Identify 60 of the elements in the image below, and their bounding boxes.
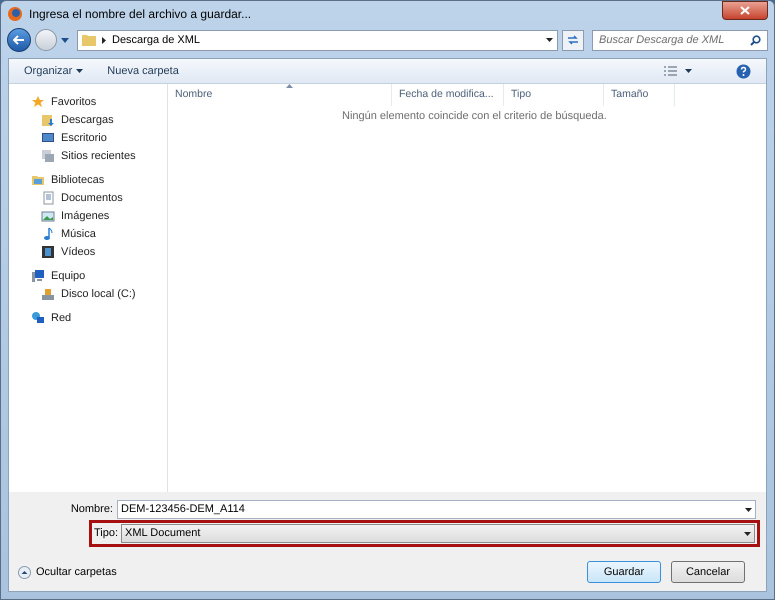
view-options-button[interactable] [664, 66, 692, 76]
sidebar-item[interactable]: Imágenes [61, 208, 110, 224]
image-icon [41, 209, 55, 223]
column-header[interactable]: Tipo [504, 84, 604, 106]
refresh-button[interactable] [562, 30, 584, 50]
window-title: Ingresa el nombre del archivo a guardar... [29, 6, 252, 23]
collapse-up-icon [18, 566, 31, 578]
search-box[interactable]: Buscar Descarga de XML [592, 30, 768, 50]
folder-download-icon [41, 113, 55, 127]
folder-icon [31, 173, 45, 187]
search-icon [750, 34, 761, 46]
details-view-icon [664, 66, 677, 76]
sidebar-item[interactable]: Red [51, 310, 72, 326]
search-field[interactable]: Buscar Descarga de XML [599, 32, 750, 48]
disk-drive-icon [41, 287, 55, 301]
caret-icon[interactable] [546, 38, 553, 42]
sidebar-item[interactable]: Vídeos [61, 244, 96, 260]
empty-message: Ningún elemento coincide con el criterio de búsqueda. [341, 109, 608, 124]
column-header[interactable]: Tamaño [604, 84, 675, 106]
browser-logo-icon [7, 6, 23, 22]
hide-folders-button[interactable]: Ocultar carpetas [18, 564, 117, 580]
cancel-button[interactable]: Cancelar [671, 561, 745, 583]
document-icon [41, 191, 55, 205]
sidebar-item[interactable]: Bibliotecas [51, 172, 104, 188]
sidebar-item[interactable]: Documentos [61, 190, 123, 206]
sidebar-item[interactable]: Sitios recientes [61, 148, 136, 164]
save-button[interactable]: Guardar [587, 561, 661, 583]
close-button[interactable] [722, 0, 768, 20]
chevron-icon [102, 36, 106, 44]
file-type-dropdown[interactable]: XML Document [121, 524, 755, 543]
column-header[interactable]: Fecha de modifica... [392, 84, 504, 106]
music-note-icon [41, 227, 55, 241]
caret-icon [685, 69, 692, 73]
film-icon [41, 245, 55, 259]
close-icon [740, 6, 750, 14]
new-folder-button[interactable]: Nueva carpeta [107, 62, 179, 80]
type-label: Tipo: [92, 526, 119, 542]
address-path: Descarga de XML [112, 32, 202, 48]
star-icon [31, 95, 45, 109]
address-bar[interactable]: Descarga de XML [77, 30, 558, 50]
sidebar-item[interactable]: Favoritos [51, 94, 96, 110]
caret-icon [76, 69, 84, 73]
back-button[interactable] [7, 28, 31, 52]
sidebar-item[interactable]: Escritorio [61, 130, 107, 146]
help-icon[interactable] [736, 64, 751, 78]
caret-icon [745, 508, 752, 512]
monitor-icon [41, 131, 55, 145]
name-label: Nombre: [70, 502, 114, 518]
organize-menu[interactable]: Organizar [24, 62, 84, 80]
caret-icon [744, 532, 751, 536]
sidebar-item[interactable]: Disco local (C:) [61, 286, 136, 302]
sidebar-item[interactable]: Descargas [61, 112, 114, 128]
sort-arrow-icon [286, 84, 293, 88]
back-arrow-icon [13, 35, 25, 45]
sidebar-item[interactable]: Equipo [51, 268, 86, 284]
sidebar-item[interactable]: Música [61, 226, 96, 242]
folder-icon [82, 34, 96, 46]
refresh-icon [567, 35, 579, 45]
column-header[interactable]: Nombre [168, 84, 392, 106]
computer-icon [31, 269, 45, 283]
